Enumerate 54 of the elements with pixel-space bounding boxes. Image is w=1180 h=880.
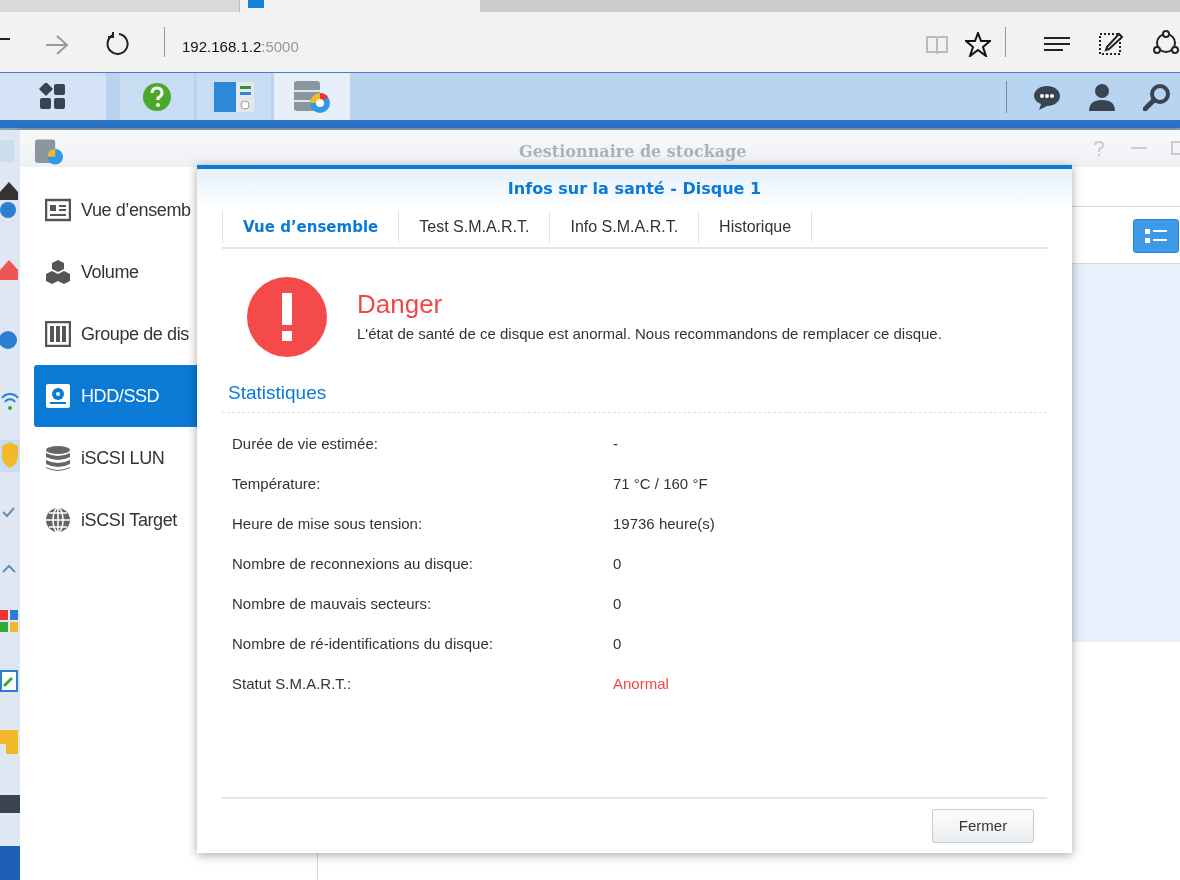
status-message: L'état de santé de ce disque est anormal. Nous recommandons de remplacer ce disque. [357, 324, 942, 344]
tab[interactable]: Info S.M.A.R.T. [550, 211, 700, 243]
forward-icon[interactable] [44, 34, 70, 56]
site-icon [248, 0, 264, 8]
tab[interactable]: Historique [699, 211, 813, 243]
sidebar-item[interactable]: Groupe de dis [34, 303, 317, 365]
tab[interactable]: Vue d’ensemble [222, 211, 400, 243]
columns-icon [45, 321, 71, 347]
address-field[interactable]: 192.168.1.2:5000 [182, 36, 299, 59]
dialog-title: Infos sur la santé - Disque 1 [507, 178, 762, 200]
stat-value: 71 °C / 160 °F [613, 474, 708, 495]
chat-icon[interactable] [1033, 85, 1061, 111]
control-panel-button[interactable] [197, 73, 271, 120]
panel-icon [214, 80, 254, 113]
stat-value: 19736 heure(s) [613, 514, 715, 535]
stat-value: 0 [613, 634, 622, 655]
refresh-icon[interactable] [105, 31, 131, 57]
warning-icon [247, 277, 327, 357]
stat-label: Nombre de ré-identifications du disque: [232, 634, 494, 655]
main-menu-button[interactable] [0, 73, 106, 120]
sidebar-item[interactable]: Volume [34, 241, 317, 303]
close-button[interactable]: Fermer [932, 809, 1034, 843]
search-icon[interactable] [1143, 83, 1171, 111]
question-icon [142, 81, 172, 112]
globe-icon [45, 507, 71, 533]
back-icon[interactable] [0, 38, 10, 42]
stat-label: Heure de mise sous tension: [232, 514, 424, 535]
storage-icon [293, 78, 331, 115]
grid-icon [38, 82, 68, 111]
stat-label: Statut S.M.A.R.T.: [232, 674, 353, 695]
user-icon[interactable] [1088, 83, 1116, 111]
stat-value: 0 [613, 594, 622, 615]
list-icon [1145, 228, 1167, 244]
tab[interactable]: Test S.M.A.R.T. [399, 211, 551, 243]
stat-label: Température: [232, 474, 322, 495]
note-icon[interactable] [1099, 31, 1123, 55]
stat-value: 0 [613, 554, 622, 575]
storage-manager-button[interactable] [274, 73, 350, 120]
hub-icon[interactable] [1043, 36, 1071, 52]
cubes-icon [45, 259, 71, 285]
stat-value: - [613, 434, 618, 455]
card-icon [45, 197, 71, 223]
browser-tab[interactable] [240, 0, 480, 12]
share-icon[interactable] [1153, 30, 1180, 57]
star-icon[interactable] [965, 32, 991, 57]
view-toggle-button[interactable] [1133, 219, 1179, 253]
stat-label: Nombre de mauvais secteurs: [232, 594, 433, 615]
stat-label: Nombre de reconnexions au disque: [232, 554, 474, 575]
database-icon [45, 445, 71, 471]
storage-icon [34, 138, 64, 166]
stat-label: Durée de vie estimée: [232, 434, 379, 455]
window-title: Gestionnaire de stockage [519, 141, 747, 163]
stat-value: Anormal [613, 674, 669, 695]
status-title: Danger [357, 289, 444, 319]
